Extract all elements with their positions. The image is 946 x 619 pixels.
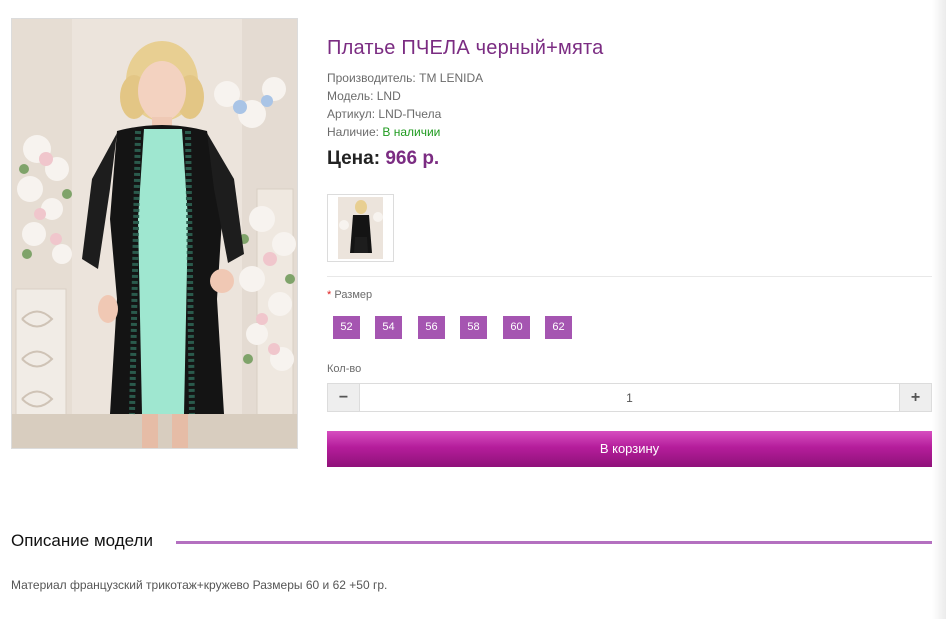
size-label: * Размер xyxy=(327,289,372,301)
description-heading: Описание модели xyxy=(11,531,161,551)
manufacturer-value[interactable]: TM LENIDA xyxy=(419,71,483,85)
quantity-increase-button[interactable]: + xyxy=(900,384,931,411)
sku-value: LND-Пчела xyxy=(378,107,442,121)
size-option-56[interactable]: 56 xyxy=(418,316,445,339)
product-main-image[interactable] xyxy=(11,18,298,449)
size-option-58[interactable]: 58 xyxy=(460,316,487,339)
quantity-stepper: − + xyxy=(327,383,932,412)
manufacturer-line: Производитель: TM LENIDA xyxy=(327,71,483,85)
manufacturer-label: Производитель: xyxy=(327,71,416,85)
price-value: 966 р. xyxy=(385,148,440,169)
description-heading-rule xyxy=(176,541,932,544)
quantity-decrease-button[interactable]: − xyxy=(328,384,359,411)
size-option-60[interactable]: 60 xyxy=(503,316,530,339)
price-block: Цена: 966 р. xyxy=(327,148,439,170)
price-label: Цена: xyxy=(327,148,381,169)
options-divider xyxy=(327,276,932,277)
size-option-52[interactable]: 52 xyxy=(333,316,360,339)
product-title: Платье ПЧЕЛА черный+мята xyxy=(327,37,604,59)
quantity-label: Кол-во xyxy=(327,363,362,375)
availability-label: Наличие: xyxy=(327,125,380,139)
quantity-input[interactable] xyxy=(359,384,900,411)
size-option-54[interactable]: 54 xyxy=(375,316,402,339)
model-value: LND xyxy=(376,89,401,103)
size-label-text: Размер xyxy=(334,289,373,301)
availability-line: Наличие: В наличии xyxy=(327,125,440,139)
sku-line: Артикул: LND-Пчела xyxy=(327,107,441,121)
model-label: Модель: xyxy=(327,89,374,103)
size-option-62[interactable]: 62 xyxy=(545,316,572,339)
sku-label: Артикул: xyxy=(327,107,376,121)
page-edge-shadow xyxy=(932,0,946,619)
availability-status: В наличии xyxy=(382,125,441,139)
model-line: Модель: LND xyxy=(327,89,401,103)
required-mark: * xyxy=(327,289,332,301)
add-to-cart-button[interactable]: В корзину xyxy=(327,431,932,467)
product-thumbnail[interactable] xyxy=(327,194,394,262)
description-text: Материал французский трикотаж+кружево Ра… xyxy=(11,578,388,592)
